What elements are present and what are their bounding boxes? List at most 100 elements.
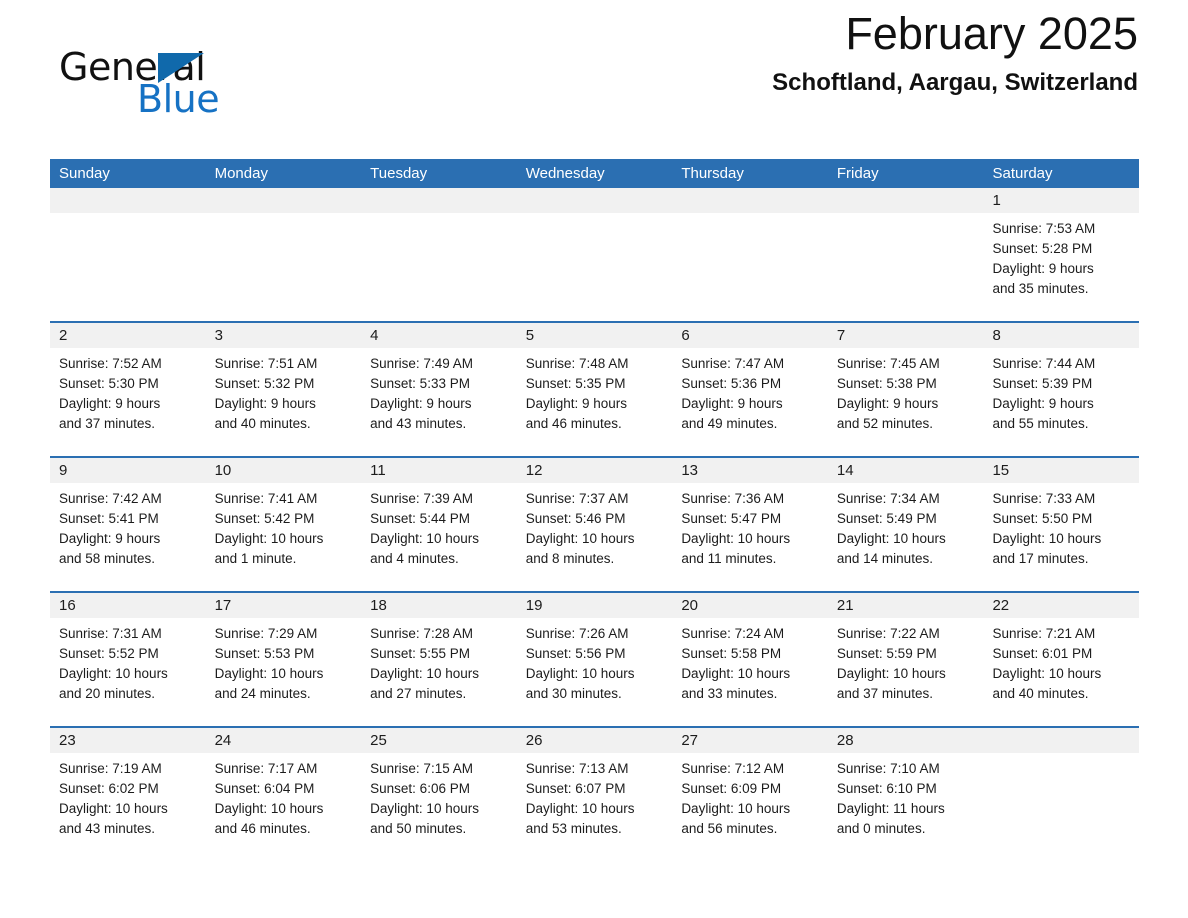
calendar-day-cell[interactable]: 27 Sunrise: 7:12 AM Sunset: 6:09 PM Dayligh… (672, 728, 828, 861)
weekday-header-tuesday: Tuesday (370, 165, 428, 182)
weekday-header-friday: Friday (836, 165, 879, 182)
sunrise-text: Sunrise: 7:41 AM (214, 491, 318, 506)
daylight-text-line1: Daylight: 10 hours (836, 666, 946, 681)
day-details: Sunrise: 7:49 AM Sunset: 5:33 PM Daylight:… (361, 348, 517, 434)
calendar-day-cell[interactable]: 20 Sunrise: 7:24 AM Sunset: 5:58 PM Dayligh… (672, 593, 828, 726)
sunset-text: Sunset: 5:58 PM (681, 646, 782, 661)
calendar-day-cell[interactable]: 21 Sunrise: 7:22 AM Sunset: 5:59 PM Dayligh… (827, 593, 984, 726)
sunrise-text: Sunrise: 7:19 AM (59, 761, 162, 776)
calendar-day-cell[interactable]: 2 Sunrise: 7:52 AM Sunset: 5:30 PM Daylight… (50, 323, 206, 456)
sunrise-text: Sunrise: 7:42 AM (59, 491, 162, 506)
daylight-text-line1: Daylight: 10 hours (370, 531, 479, 546)
sunrise-text: Sunrise: 7:33 AM (992, 491, 1096, 506)
daylight-text-line1: Daylight: 11 hours (836, 801, 945, 816)
calendar-day-cell[interactable]: 7 Sunrise: 7:45 AM Sunset: 5:38 PM Daylight… (827, 323, 984, 456)
calendar-day-cell[interactable]: 1 Sunrise: 7:53 AM Sunset: 5:28 PM Daylight… (983, 188, 1140, 321)
calendar-day-cell-empty (672, 188, 828, 321)
sunrise-text: Sunrise: 7:13 AM (525, 761, 629, 776)
sunrise-text: Sunrise: 7:48 AM (525, 356, 629, 371)
day-details: Sunrise: 7:29 AM Sunset: 5:53 PM Daylight:… (206, 618, 362, 704)
sunset-text: Sunset: 6:06 PM (370, 781, 470, 796)
calendar-table: Sunday Monday Tuesday Wednesday Thursday… (50, 159, 1140, 861)
calendar-page: General Blue February 2025 Schoftland, A… (0, 0, 1188, 918)
daylight-text-line1: Daylight: 9 hours (370, 396, 472, 411)
daylight-text-line1: Daylight: 10 hours (992, 666, 1102, 681)
daylight-text-line1: Daylight: 10 hours (370, 666, 479, 681)
sunset-text: Sunset: 5:39 PM (992, 376, 1093, 391)
day-details: Sunrise: 7:45 AM Sunset: 5:38 PM Daylight:… (828, 348, 984, 434)
day-number (827, 188, 984, 213)
sunrise-text: Sunrise: 7:29 AM (214, 626, 318, 641)
sunset-text: Sunset: 5:41 PM (59, 511, 159, 526)
sunset-text: Sunset: 5:53 PM (214, 646, 315, 661)
day-details: Sunrise: 7:33 AM Sunset: 5:50 PM Daylight:… (983, 483, 1139, 569)
calendar-day-cell[interactable]: 28 Sunrise: 7:10 AM Sunset: 6:10 PM Dayligh… (827, 728, 984, 861)
daylight-text-line1: Daylight: 9 hours (525, 396, 628, 411)
daylight-text-line1: Daylight: 10 hours (681, 801, 791, 816)
sunset-text: Sunset: 5:50 PM (992, 511, 1093, 526)
daylight-text-line2: and 11 minutes. (681, 551, 777, 566)
calendar-day-cell[interactable]: 12 Sunrise: 7:37 AM Sunset: 5:46 PM Dayligh… (516, 458, 673, 591)
daylight-text-line2: and 4 minutes. (370, 551, 459, 566)
daylight-text-line1: Daylight: 9 hours (681, 396, 783, 411)
day-details: Sunrise: 7:19 AM Sunset: 6:02 PM Daylight:… (50, 753, 206, 839)
calendar-day-cell[interactable]: 16 Sunrise: 7:31 AM Sunset: 5:52 PM Dayligh… (50, 593, 206, 726)
day-number: 25 (361, 728, 517, 753)
daylight-text-line2: and 27 minutes. (370, 686, 467, 701)
day-details: Sunrise: 7:51 AM Sunset: 5:32 PM Daylight:… (206, 348, 362, 434)
day-number: 19 (516, 593, 673, 618)
calendar-day-cell-empty (205, 188, 362, 321)
calendar-day-cell[interactable]: 23 Sunrise: 7:19 AM Sunset: 6:02 PM Dayligh… (50, 728, 206, 861)
calendar-day-cell[interactable]: 8 Sunrise: 7:44 AM Sunset: 5:39 PM Daylight… (983, 323, 1140, 456)
calendar-day-cell[interactable]: 5 Sunrise: 7:48 AM Sunset: 5:35 PM Daylight… (516, 323, 673, 456)
day-number: 11 (361, 458, 517, 483)
calendar-day-cell[interactable]: 26 Sunrise: 7:13 AM Sunset: 6:07 PM Dayligh… (516, 728, 673, 861)
calendar-day-cell[interactable]: 19 Sunrise: 7:26 AM Sunset: 5:56 PM Dayligh… (516, 593, 673, 726)
day-number: 1 (983, 188, 1140, 213)
daylight-text-line1: Daylight: 9 hours (992, 261, 1094, 276)
daylight-text-line2: and 52 minutes. (836, 416, 933, 431)
calendar-day-cell[interactable]: 6 Sunrise: 7:47 AM Sunset: 5:36 PM Daylight… (672, 323, 828, 456)
sunset-text: Sunset: 6:07 PM (525, 781, 626, 796)
daylight-text-line2: and 24 minutes. (214, 686, 311, 701)
calendar-day-cell[interactable]: 18 Sunrise: 7:28 AM Sunset: 5:55 PM Dayligh… (361, 593, 517, 726)
calendar-day-cell[interactable]: 13 Sunrise: 7:36 AM Sunset: 5:47 PM Dayligh… (672, 458, 828, 591)
calendar-week-row: 2 Sunrise: 7:52 AM Sunset: 5:30 PM Daylight… (50, 321, 1140, 456)
calendar-day-cell[interactable]: 25 Sunrise: 7:15 AM Sunset: 6:06 PM Dayligh… (361, 728, 517, 861)
calendar-day-cell[interactable]: 14 Sunrise: 7:34 AM Sunset: 5:49 PM Dayligh… (827, 458, 984, 591)
daylight-text-line1: Daylight: 9 hours (59, 531, 161, 546)
calendar-day-cell[interactable]: 22 Sunrise: 7:21 AM Sunset: 6:01 PM Dayligh… (983, 593, 1140, 726)
calendar-day-cell[interactable]: 24 Sunrise: 7:17 AM Sunset: 6:04 PM Dayligh… (205, 728, 362, 861)
day-number: 18 (361, 593, 517, 618)
day-number: 3 (205, 323, 362, 348)
calendar-day-cell[interactable]: 11 Sunrise: 7:39 AM Sunset: 5:44 PM Dayligh… (361, 458, 517, 591)
day-number: 10 (205, 458, 362, 483)
calendar-day-cell[interactable]: 17 Sunrise: 7:29 AM Sunset: 5:53 PM Dayligh… (205, 593, 362, 726)
daylight-text-line2: and 37 minutes. (836, 686, 933, 701)
daylight-text-line1: Daylight: 10 hours (59, 666, 168, 681)
calendar-day-cell[interactable]: 15 Sunrise: 7:33 AM Sunset: 5:50 PM Dayligh… (983, 458, 1140, 591)
day-details: Sunrise: 7:10 AM Sunset: 6:10 PM Daylight:… (828, 753, 984, 839)
day-number: 7 (827, 323, 984, 348)
day-number: 6 (672, 323, 828, 348)
calendar-day-cell[interactable]: 9 Sunrise: 7:42 AM Sunset: 5:41 PM Daylight… (50, 458, 206, 591)
sunset-text: Sunset: 5:38 PM (836, 376, 937, 391)
calendar-day-cell[interactable]: 4 Sunrise: 7:49 AM Sunset: 5:33 PM Daylight… (361, 323, 517, 456)
day-details: Sunrise: 7:21 AM Sunset: 6:01 PM Daylight:… (983, 618, 1139, 704)
day-number (50, 188, 206, 213)
day-number: 17 (205, 593, 362, 618)
daylight-text-line1: Daylight: 10 hours (525, 801, 635, 816)
day-details: Sunrise: 7:15 AM Sunset: 6:06 PM Daylight:… (361, 753, 517, 839)
weekday-header-row: Sunday Monday Tuesday Wednesday Thursday… (50, 159, 1139, 188)
day-details: Sunrise: 7:39 AM Sunset: 5:44 PM Daylight:… (361, 483, 517, 569)
sunset-text: Sunset: 5:56 PM (525, 646, 626, 661)
calendar-day-cell[interactable]: 3 Sunrise: 7:51 AM Sunset: 5:32 PM Daylight… (205, 323, 362, 456)
day-details: Sunrise: 7:22 AM Sunset: 5:59 PM Daylight:… (828, 618, 984, 704)
weekday-header-saturday: Saturday (992, 165, 1053, 182)
calendar-week-row: 9 Sunrise: 7:42 AM Sunset: 5:41 PM Daylight… (50, 456, 1140, 591)
day-number: 24 (205, 728, 362, 753)
day-number: 28 (827, 728, 984, 753)
calendar-day-cell-empty (827, 188, 984, 321)
calendar-day-cell[interactable]: 10 Sunrise: 7:41 AM Sunset: 5:42 PM Dayligh… (205, 458, 362, 591)
daylight-text-line2: and 55 minutes. (992, 416, 1089, 431)
